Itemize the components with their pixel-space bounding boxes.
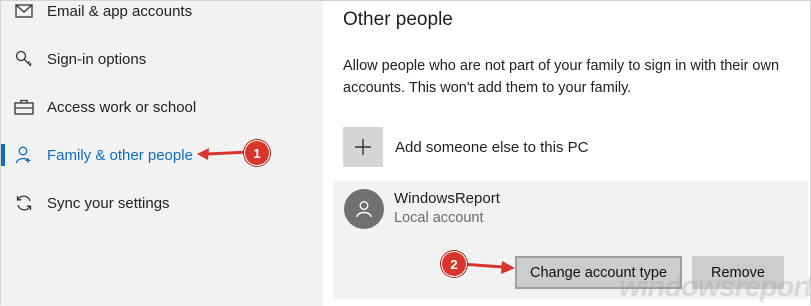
sidebar-item-label: Family & other people [47, 146, 193, 164]
sidebar-item-label: Access work or school [47, 98, 197, 116]
account-type: Local account [394, 210, 484, 226]
sidebar-item-access-work-or-school[interactable]: Access work or school [1, 92, 323, 122]
sidebar-item-label: Email & app accounts [47, 2, 193, 20]
sidebar-item-label: Sync your settings [47, 194, 170, 212]
sidebar-item-sync-your-settings[interactable]: Sync your settings [1, 188, 323, 218]
sidebar-item-email-app-accounts[interactable]: Email & app accounts [1, 0, 323, 26]
annotation-arrow-1 [197, 148, 250, 160]
main-content: Other people Allow people who are not pa… [323, 1, 810, 306]
sidebar-item-sign-in-options[interactable]: Sign-in options [1, 44, 323, 74]
person-icon [14, 145, 34, 165]
step-1-badge: 1 [244, 140, 270, 166]
plus-icon [343, 127, 383, 167]
section-title: Other people [343, 9, 453, 30]
section-description: Allow people who are not part of your fa… [343, 58, 780, 96]
briefcase-icon [14, 97, 34, 117]
key-icon [14, 49, 34, 69]
sidebar-item-label: Sign-in options [47, 50, 147, 68]
annotation-arrow-2 [460, 261, 515, 274]
mail-icon [14, 1, 34, 21]
add-someone-button[interactable]: Add someone else to this PC [343, 127, 588, 167]
account-name: WindowsReport [394, 190, 500, 207]
sidebar-item-family-other-people[interactable]: Family & other people [1, 140, 323, 170]
sidebar: Email & app accounts Sign-in options Acc… [1, 1, 323, 306]
settings-window: Email & app accounts Sign-in options Acc… [0, 0, 811, 306]
sync-icon [14, 193, 34, 213]
step-2-badge: 2 [441, 251, 467, 277]
watermark-logo: windowsreport [619, 271, 811, 303]
user-avatar-icon [344, 189, 384, 229]
add-someone-label: Add someone else to this PC [395, 138, 589, 156]
